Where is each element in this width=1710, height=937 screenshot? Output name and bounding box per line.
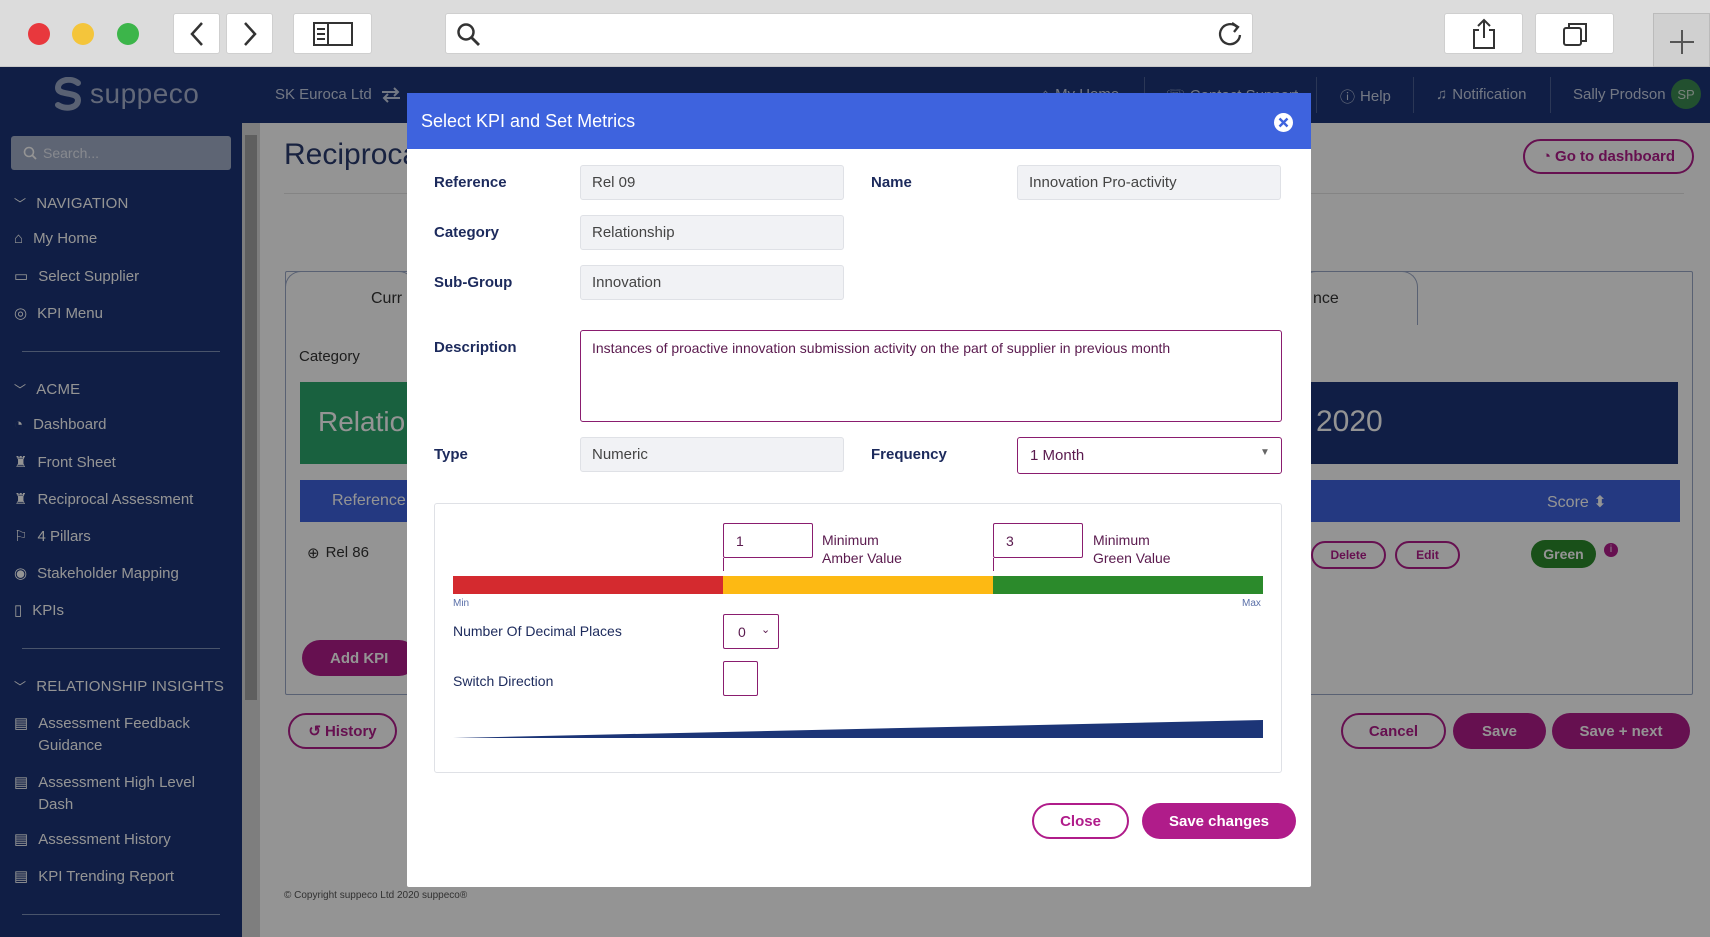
reference-field[interactable]: Rel 09 <box>580 165 844 200</box>
decimal-places-label: Number Of Decimal Places <box>453 623 622 639</box>
switch-direction-label: Switch Direction <box>453 673 554 689</box>
green-band <box>993 576 1263 594</box>
chevron-down-icon: ⌄ <box>761 624 771 636</box>
min-green-input[interactable]: 3 <box>993 523 1083 558</box>
modal-title: Select KPI and Set Metrics <box>421 111 636 131</box>
min-green-label-1: Minimum <box>1093 532 1150 548</box>
share-button[interactable] <box>1444 13 1523 54</box>
direction-wedge <box>453 720 1263 738</box>
scale-min-label: Min <box>453 598 470 609</box>
subgroup-field[interactable]: Innovation <box>580 265 844 300</box>
scale-max-label: Max <box>1242 598 1261 609</box>
new-tab-icon <box>1670 30 1694 54</box>
back-icon <box>189 21 203 46</box>
close-window-button[interactable] <box>28 23 50 45</box>
min-green-label-2: Green Value <box>1093 550 1171 566</box>
modal-header: Select KPI and Set Metrics <box>407 93 1311 149</box>
caret-down-icon: ▼ <box>1260 447 1270 458</box>
forward-icon <box>243 21 257 46</box>
amber-band <box>723 576 993 594</box>
subgroup-label: Sub-Group <box>434 274 513 291</box>
address-bar[interactable] <box>445 13 1253 54</box>
reference-label: Reference <box>434 174 507 191</box>
frequency-value: 1 Month <box>1030 447 1085 464</box>
sidebar-toggle-button[interactable] <box>293 13 372 54</box>
green-marker <box>993 558 994 571</box>
close-button[interactable]: Close <box>1032 803 1129 839</box>
frequency-label: Frequency <box>871 446 947 463</box>
name-field[interactable]: Innovation Pro-activity <box>1017 165 1281 200</box>
sidebar-icon <box>312 21 353 46</box>
save-changes-button[interactable]: Save changes <box>1142 803 1296 839</box>
min-amber-label-2: Amber Value <box>822 550 902 566</box>
type-field[interactable]: Numeric <box>580 437 844 472</box>
new-tab-button[interactable] <box>1653 13 1710 67</box>
reload-icon[interactable] <box>1215 19 1245 49</box>
forward-button[interactable] <box>226 13 273 54</box>
switch-direction-checkbox[interactable] <box>723 661 758 696</box>
kpi-modal: Select KPI and Set Metrics Reference Rel… <box>407 93 1311 887</box>
category-label: Category <box>434 224 500 241</box>
frequency-select[interactable]: 1 Month ▼ <box>1017 437 1282 474</box>
maximize-window-button[interactable] <box>117 23 139 45</box>
description-label: Description <box>434 339 517 356</box>
close-icon[interactable] <box>1273 112 1294 133</box>
decimal-places-value: 0 <box>738 624 746 640</box>
description-textarea[interactable]: Instances of proactive innovation submis… <box>580 330 1282 422</box>
type-label: Type <box>434 446 468 463</box>
name-label: Name <box>871 174 912 191</box>
min-amber-caption: Minimum Amber Value <box>822 531 902 567</box>
amber-marker <box>723 558 724 571</box>
min-amber-input[interactable]: 1 <box>723 523 813 558</box>
min-amber-label-1: Minimum <box>822 532 879 548</box>
decimal-places-select[interactable]: 0 ⌄ <box>723 614 779 649</box>
search-icon <box>457 23 480 46</box>
minimize-window-button[interactable] <box>72 23 94 45</box>
category-field[interactable]: Relationship <box>580 215 844 250</box>
red-band <box>453 576 723 594</box>
tabs-button[interactable] <box>1535 13 1614 54</box>
back-button[interactable] <box>173 13 220 54</box>
min-green-caption: Minimum Green Value <box>1093 531 1171 567</box>
tabs-icon <box>1562 22 1587 46</box>
share-icon <box>1472 18 1495 49</box>
